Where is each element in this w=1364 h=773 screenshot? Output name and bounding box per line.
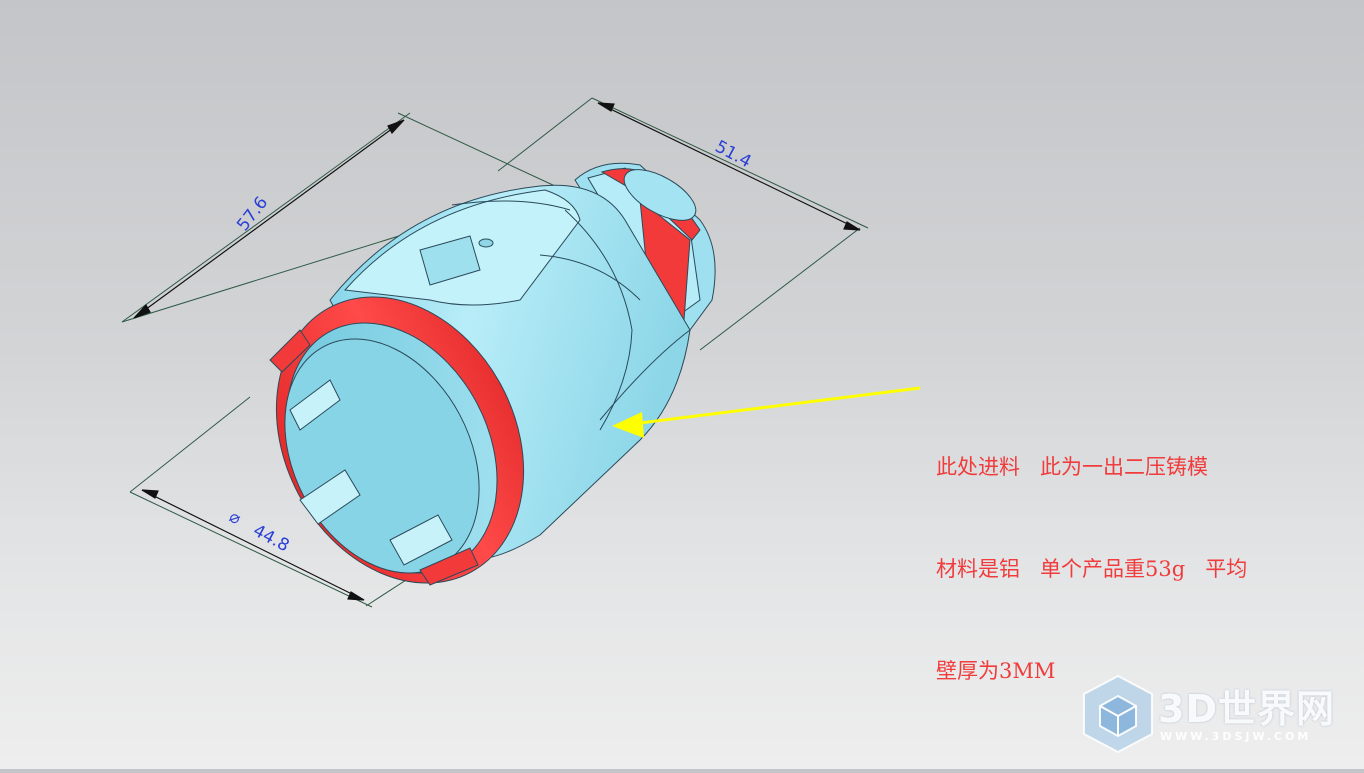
cube-logo-icon	[1083, 674, 1153, 754]
annotation-line-1: 此处进料 此为一出二压铸模	[936, 455, 1209, 479]
dimension-length-overall: 57.6	[233, 193, 272, 235]
annotation-note: 此处进料 此为一出二压铸模 材料是铝 单个产品重53g 平均 壁厚为3MM	[936, 382, 1356, 722]
dimension-diameter-symbol: ⌀	[226, 507, 244, 529]
cad-viewport[interactable]: 57.6 51.4 ⌀ 44.8 此处进料 此为一出二压铸模 材料是铝 单个产品…	[0, 0, 1364, 769]
dimension-diameter: 44.8	[250, 521, 293, 556]
watermark: 3D世界网 WWW.3DSJW.COM	[1080, 672, 1350, 762]
annotation-line-2: 材料是铝 单个产品重53g 平均	[936, 557, 1248, 581]
watermark-url: WWW.3DSJW.COM	[1160, 730, 1312, 743]
watermark-title: 3D世界网	[1158, 687, 1335, 731]
dimension-length-rear: 51.4	[712, 137, 755, 172]
